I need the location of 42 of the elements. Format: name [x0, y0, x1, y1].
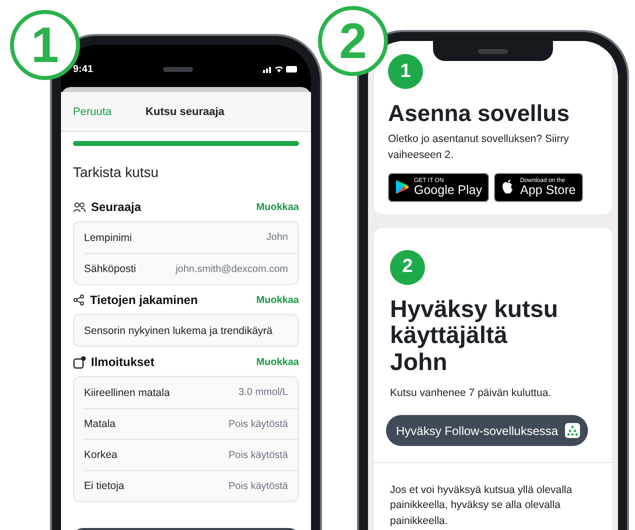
- row-label: Lempinimi: [84, 232, 132, 244]
- status-icons: [262, 65, 297, 73]
- accept-button[interactable]: Hyväksy Follow-sovelluksessa: [386, 415, 588, 446]
- edit-link[interactable]: Muokkaa: [256, 202, 299, 212]
- play-triangle-icon: [395, 179, 409, 196]
- row-value: Pois käytöstä: [228, 450, 288, 460]
- row-value: john.smith@dexcom.com: [176, 264, 288, 274]
- card-title: Asenna sovellus: [388, 101, 570, 126]
- notification-icon: [73, 356, 86, 368]
- store-name: App Store: [520, 184, 576, 196]
- card-title: Hyväksy kutsu käyttäjältä John: [390, 296, 558, 376]
- speaker-grille: [163, 66, 193, 72]
- row-label: Matala: [84, 418, 116, 430]
- step-number: 2: [390, 250, 425, 285]
- card-text: Kutsu vanhenee 7 päivän kuluttua.: [390, 386, 552, 401]
- card-text: Oletko jo asentanut sovelluksen? Siirry vaiheeseen 2.: [388, 132, 570, 163]
- cancel-link[interactable]: Peruuta: [73, 106, 112, 118]
- screen-title: Kutsu seuraaja: [146, 106, 224, 118]
- row-label: Sähköposti: [84, 263, 136, 275]
- status-time: 9:41: [73, 64, 94, 74]
- share-icon: [73, 294, 85, 306]
- section-title: Seuraaja: [91, 200, 142, 214]
- section-heading: Tarkista kutsu: [73, 164, 160, 180]
- row-value: John: [266, 232, 288, 243]
- row-label: Ei tietoja: [84, 480, 124, 492]
- row-label: Kiireellinen matala: [84, 386, 170, 398]
- edit-link[interactable]: Muokkaa: [256, 356, 299, 368]
- people-icon: [73, 202, 86, 212]
- row-label: Sensorin nykyinen lukema ja trendikäyrä: [84, 324, 273, 336]
- section-title: Tietojen jakaminen: [90, 293, 199, 307]
- row-label: Korkea: [84, 449, 118, 461]
- edit-link[interactable]: Muokkaa: [256, 294, 299, 306]
- app-icon: [565, 423, 580, 438]
- card-note: Jos et voi hyväksyä kutsua yllä olevalla painikkeella, hyväksy se alla olevalla painikkeella.: [390, 483, 574, 529]
- step-badge: 2: [318, 6, 388, 76]
- row-value: Pois käytöstä: [228, 418, 288, 430]
- row-value: Pois käytöstä: [228, 480, 288, 492]
- row-value: 3.0 mmol/L: [238, 387, 288, 398]
- apple-icon: [501, 179, 516, 196]
- step-number: 1: [388, 54, 423, 89]
- section-title: Ilmoitukset: [91, 355, 156, 369]
- store-name: Google Play: [414, 184, 482, 196]
